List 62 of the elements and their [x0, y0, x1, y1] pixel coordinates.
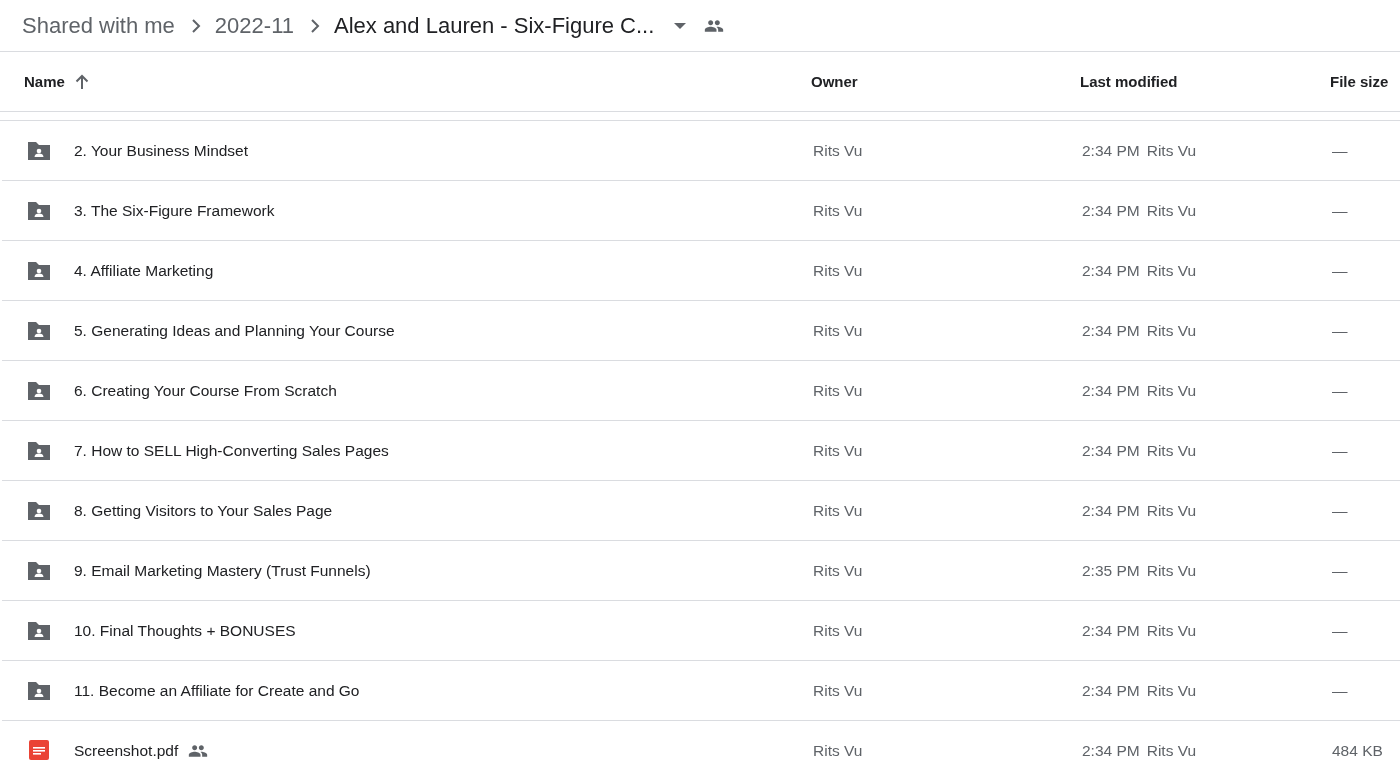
- file-size-cell-text: —: [1332, 501, 1349, 520]
- modified-by: Rits Vu: [1146, 201, 1197, 220]
- modified-by: Rits Vu: [1146, 741, 1197, 760]
- modified-time: 2:34 PM: [1082, 381, 1140, 400]
- file-size-cell-text: —: [1332, 261, 1349, 280]
- owner-cell-text: Rits Vu: [813, 441, 864, 460]
- owner-cell-text: Rits Vu: [813, 261, 864, 280]
- file-size-cell-text: 484 KB: [1332, 741, 1384, 760]
- owner-cell-text: Rits Vu: [813, 321, 864, 340]
- modified-time: 2:34 PM: [1082, 141, 1140, 160]
- owner-cell-text: Rits Vu: [813, 381, 864, 400]
- owner-cell-text: Rits Vu: [813, 141, 864, 160]
- file-name[interactable]: 4. Affiliate Marketing: [74, 261, 214, 280]
- owner-cell-text: Rits Vu: [813, 621, 864, 640]
- modified-by: Rits Vu: [1146, 261, 1197, 280]
- file-name[interactable]: 8. Getting Visitors to Your Sales Page: [74, 501, 333, 520]
- modified-by: Rits Vu: [1146, 441, 1197, 460]
- modified-time: 2:34 PM: [1082, 621, 1140, 640]
- file-size-cell-text: —: [1332, 321, 1349, 340]
- file-name[interactable]: 11. Become an Affiliate for Create and Go: [74, 681, 360, 700]
- modified-by: Rits Vu: [1146, 381, 1197, 400]
- file-size-cell-text: —: [1332, 561, 1349, 580]
- column-header[interactable]: Last modified: [1080, 73, 1178, 90]
- modified-time: 2:34 PM: [1082, 681, 1140, 700]
- owner-cell-text: Rits Vu: [813, 501, 864, 520]
- file-name[interactable]: Screenshot.pdf: [74, 741, 179, 760]
- column-header[interactable]: Owner: [811, 73, 858, 90]
- modified-by: Rits Vu: [1146, 321, 1197, 340]
- modified-by: Rits Vu: [1146, 681, 1197, 700]
- file-size-cell-text: —: [1332, 441, 1349, 460]
- modified-by: Rits Vu: [1146, 621, 1197, 640]
- modified-time: 2:34 PM: [1082, 501, 1140, 520]
- file-size-cell-text: —: [1332, 681, 1349, 700]
- modified-by: Rits Vu: [1146, 141, 1197, 160]
- owner-cell-text: Rits Vu: [813, 741, 864, 760]
- file-name[interactable]: 2. Your Business Mindset: [74, 141, 249, 160]
- modified-time: 2:34 PM: [1082, 261, 1140, 280]
- owner-cell-text: Rits Vu: [813, 561, 864, 580]
- file-size-cell-text: —: [1332, 381, 1349, 400]
- owner-cell-text: Rits Vu: [813, 201, 864, 220]
- file-name[interactable]: 7. How to SELL High-Converting Sales Pages: [74, 441, 389, 460]
- breadcrumb-item[interactable]: Alex and Lauren - Six-Figure C...: [333, 12, 655, 39]
- file-name[interactable]: 6. Creating Your Course From Scratch: [74, 381, 337, 400]
- file-size-cell-text: —: [1332, 141, 1349, 160]
- modified-time: 2:34 PM: [1082, 201, 1140, 220]
- modified-time: 2:34 PM: [1082, 441, 1140, 460]
- breadcrumb-item[interactable]: Shared with me: [22, 12, 175, 39]
- modified-time: 2:34 PM: [1082, 741, 1140, 760]
- owner-cell-text: Rits Vu: [813, 681, 864, 700]
- modified-by: Rits Vu: [1146, 501, 1197, 520]
- modified-by: Rits Vu: [1146, 561, 1197, 580]
- modified-time: 2:34 PM: [1082, 321, 1140, 340]
- file-name[interactable]: 9. Email Marketing Mastery (Trust Funnels): [74, 561, 371, 580]
- modified-time: 2:35 PM: [1082, 561, 1140, 580]
- column-header[interactable]: File size: [1330, 73, 1389, 90]
- file-size-cell-text: —: [1332, 201, 1349, 220]
- file-name[interactable]: 5. Generating Ideas and Planning Your Course: [74, 321, 395, 340]
- file-size-cell-text: —: [1332, 621, 1349, 640]
- breadcrumb-item[interactable]: 2022-11: [214, 12, 294, 39]
- file-name[interactable]: 10. Final Thoughts + BONUSES: [74, 621, 296, 640]
- file-name[interactable]: 3. The Six-Figure Framework: [74, 201, 275, 220]
- column-header[interactable]: Name: [24, 73, 65, 90]
